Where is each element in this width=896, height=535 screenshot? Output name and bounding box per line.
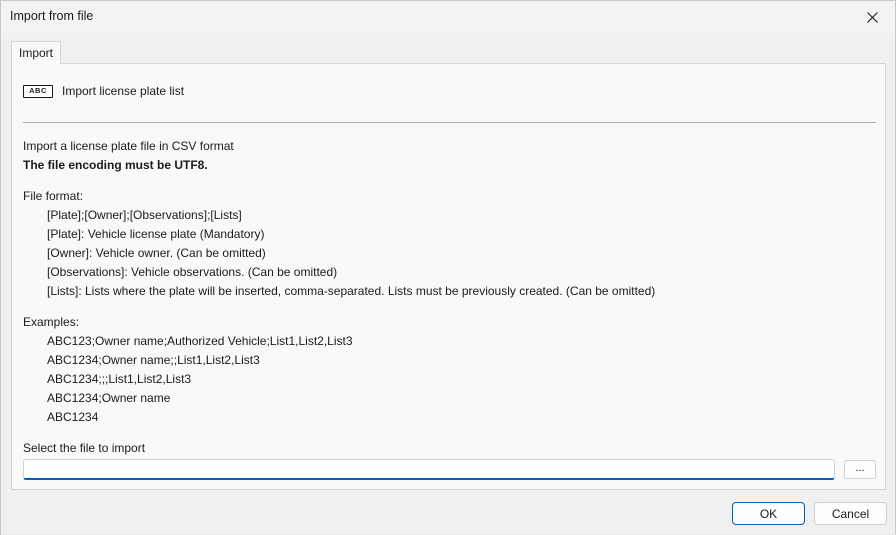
encoding-note: The file encoding must be UTF8. — [23, 158, 208, 172]
example-line: ABC1234;Owner name — [47, 391, 171, 405]
file-format-heading: File format: — [23, 189, 84, 203]
import-tab-panel: ABC Import license plate list Import a l… — [11, 63, 886, 490]
file-format-line: [Owner]: Vehicle owner. (Can be omitted) — [47, 246, 266, 260]
examples-heading: Examples: — [23, 315, 80, 329]
example-line: ABC1234;Owner name;;List1,List2,List3 — [47, 353, 260, 367]
file-select-label: Select the file to import — [23, 441, 146, 455]
import-dialog: Import from file Import ABC Import licen… — [0, 0, 896, 535]
close-button[interactable] — [849, 1, 895, 33]
close-icon — [866, 11, 878, 23]
section-header: ABC Import license plate list — [23, 83, 184, 99]
file-format-line: [Plate];[Owner];[Observations];[Lists] — [47, 208, 242, 222]
browse-button[interactable]: ... — [844, 460, 876, 479]
example-line: ABC1234;;;List1,List2,List3 — [47, 372, 192, 386]
tab-import[interactable]: Import — [11, 41, 61, 64]
file-format-line: [Plate]: Vehicle license plate (Mandator… — [47, 227, 265, 241]
example-line: ABC123;Owner name;Authorized Vehicle;Lis… — [47, 334, 353, 348]
cancel-button[interactable]: Cancel — [814, 502, 887, 525]
window-title: Import from file — [10, 9, 94, 23]
section-title: Import license plate list — [62, 84, 185, 98]
file-format-line: [Lists]: Lists where the plate will be i… — [47, 284, 656, 298]
file-format-line: [Observations]: Vehicle observations. (C… — [47, 265, 338, 279]
example-line: ABC1234 — [47, 410, 99, 424]
file-path-input[interactable] — [23, 459, 835, 480]
header-divider — [23, 122, 876, 123]
ok-button[interactable]: OK — [732, 502, 805, 525]
intro-text: Import a license plate file in CSV forma… — [23, 139, 234, 153]
license-plate-icon: ABC — [23, 84, 53, 98]
title-bar: Import from file — [1, 1, 895, 33]
